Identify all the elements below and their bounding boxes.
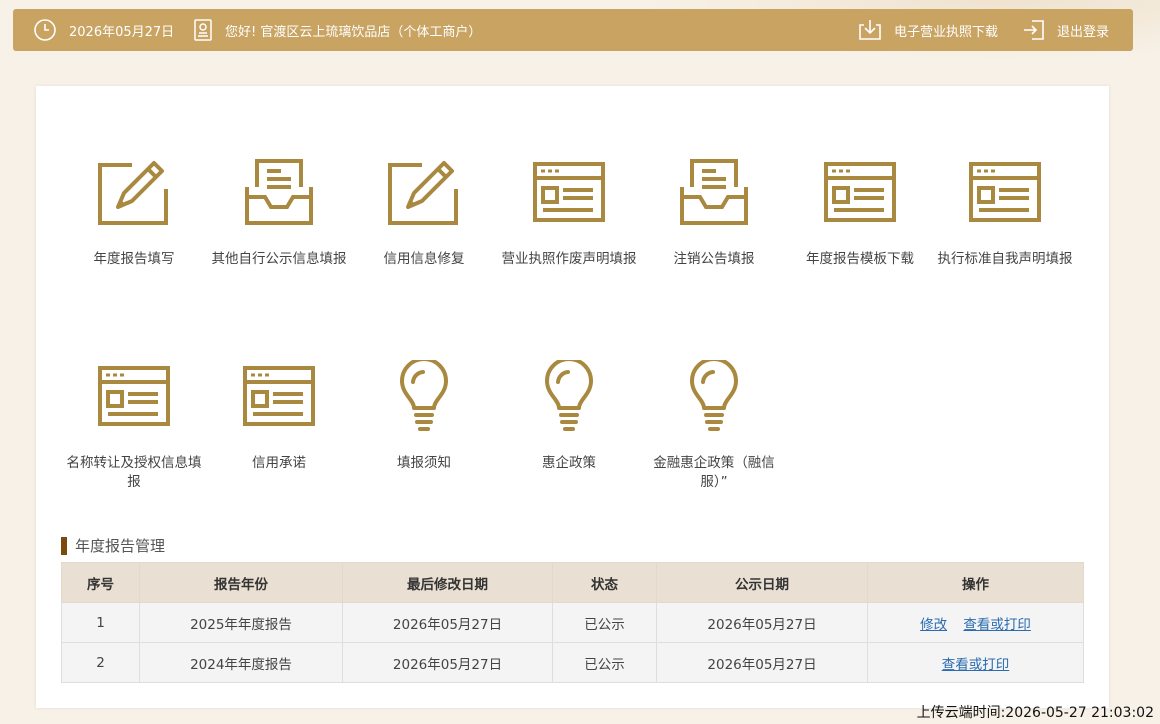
greeting-text: 您好! 官渡区云上琉璃饮品店（个体工商户） — [225, 24, 482, 40]
top-bar: 2026年05月27日 您好! 官渡区云上琉璃饮品店（个体工商户） 电子营业执照… — [13, 9, 1133, 51]
tile-label: 其他自行公示信息填报 — [211, 251, 347, 267]
cell-year: 2025年年度报告 — [139, 602, 343, 643]
clock-icon — [33, 18, 57, 42]
lightbulb-icon — [350, 360, 498, 432]
tile-license-void-statement[interactable]: 营业执照作废声明填报 — [495, 156, 643, 269]
table-row: 1 2025年年度报告 2026年05月27日 已公示 2026年05月27日 … — [61, 602, 1084, 643]
browser-window-icon — [60, 360, 208, 432]
main-card: 年度报告填写 其他自行公示信息填报 信用信息修复 营业执照作废声明填报 注销公告… — [36, 86, 1109, 708]
tile-label: 信用承诺 — [252, 455, 306, 471]
upload-time: 上传云端时间:2026-05-27 21:03:02 — [916, 705, 1154, 721]
tile-label: 惠企政策 — [542, 455, 596, 471]
tile-label: 营业执照作废声明填报 — [501, 251, 637, 267]
cell-year: 2024年年度报告 — [139, 642, 343, 683]
tile-label: 注销公告填报 — [673, 251, 755, 267]
col-header-no: 序号 — [61, 562, 140, 603]
browser-window-icon — [495, 156, 643, 228]
tile-filing-notes[interactable]: 填报须知 — [350, 360, 498, 473]
date-display: 2026年05月27日 — [33, 9, 174, 51]
col-header-actions: 操作 — [867, 562, 1084, 603]
download-license-label: 电子营业执照下载 — [894, 24, 999, 40]
tile-annual-report-fill[interactable]: 年度报告填写 — [60, 156, 208, 269]
tile-business-policy[interactable]: 惠企政策 — [495, 360, 643, 473]
col-header-status: 状态 — [552, 562, 657, 603]
col-header-published: 公示日期 — [656, 562, 868, 603]
cell-published: 2026年05月27日 — [656, 602, 868, 643]
tile-label: 信用信息修复 — [383, 251, 465, 267]
logout-label: 退出登录 — [1057, 24, 1110, 40]
lightbulb-icon — [495, 360, 643, 432]
cell-status: 已公示 — [552, 642, 657, 683]
tile-standard-self-declaration[interactable]: 执行标准自我声明填报 — [931, 156, 1079, 269]
cell-modified: 2026年05月27日 — [342, 602, 553, 643]
tile-label: 年度报告填写 — [93, 251, 175, 267]
greeting: 您好! 官渡区云上琉璃饮品店（个体工商户） — [193, 9, 481, 51]
logout-link[interactable]: 退出登录 — [1023, 9, 1109, 51]
view-print-link[interactable]: 查看或打印 — [942, 657, 1010, 673]
view-print-link[interactable]: 查看或打印 — [963, 617, 1031, 633]
cell-status: 已公示 — [552, 602, 657, 643]
tile-credit-repair[interactable]: 信用信息修复 — [350, 156, 498, 269]
cell-actions: 修改 查看或打印 — [867, 602, 1084, 643]
cell-no: 1 — [61, 602, 140, 643]
tile-name-transfer[interactable]: 名称转让及授权信息填报 — [60, 360, 208, 492]
tile-label: 金融惠企政策（融信服）” — [653, 455, 775, 490]
date-text: 2026年05月27日 — [69, 24, 175, 40]
browser-window-icon — [205, 360, 353, 432]
tile-other-disclosure[interactable]: 其他自行公示信息填报 — [205, 156, 353, 269]
edit-link[interactable]: 修改 — [920, 617, 947, 633]
pencil-paper-icon — [350, 156, 498, 228]
browser-window-icon — [786, 156, 934, 228]
inbox-document-icon — [205, 156, 353, 228]
cell-actions: 查看或打印 — [867, 642, 1084, 683]
table-row: 2 2024年年度报告 2026年05月27日 已公示 2026年05月27日 … — [61, 642, 1084, 683]
tile-label: 年度报告模板下载 — [806, 251, 914, 267]
cell-no: 2 — [61, 642, 140, 683]
cell-published: 2026年05月27日 — [656, 642, 868, 683]
table-header-row: 序号 报告年份 最后修改日期 状态 公示日期 操作 — [61, 562, 1084, 603]
download-icon — [858, 19, 882, 41]
tile-label: 名称转让及授权信息填报 — [66, 455, 202, 490]
inbox-document-icon — [640, 156, 788, 228]
cell-modified: 2026年05月27日 — [342, 642, 553, 683]
col-header-modified: 最后修改日期 — [342, 562, 553, 603]
tile-finance-policy[interactable]: 金融惠企政策（融信服）” — [640, 360, 788, 492]
tile-cancellation-notice[interactable]: 注销公告填报 — [640, 156, 788, 269]
browser-window-icon — [931, 156, 1079, 228]
col-header-year: 报告年份 — [139, 562, 343, 603]
download-license-link[interactable]: 电子营业执照下载 — [858, 9, 998, 51]
pencil-paper-icon — [60, 156, 208, 228]
tile-report-template-download[interactable]: 年度报告模板下载 — [786, 156, 934, 269]
user-card-icon — [193, 18, 213, 42]
tile-label: 填报须知 — [397, 455, 451, 471]
section-title: 年度报告管理 — [61, 537, 165, 555]
tile-label: 执行标准自我声明填报 — [937, 251, 1073, 267]
lightbulb-icon — [640, 360, 788, 432]
annual-report-table: 序号 报告年份 最后修改日期 状态 公示日期 操作 1 2025年年度报告 20… — [61, 562, 1084, 683]
logout-icon — [1023, 19, 1045, 41]
tile-credit-commitment[interactable]: 信用承诺 — [205, 360, 353, 473]
